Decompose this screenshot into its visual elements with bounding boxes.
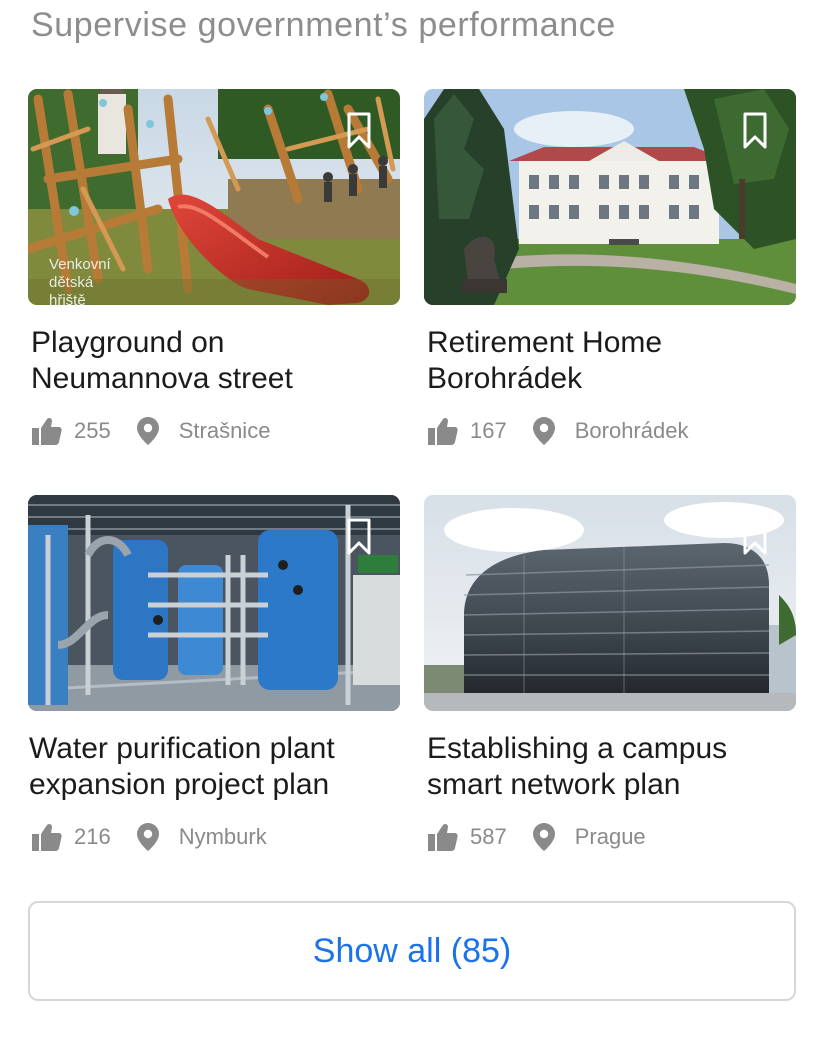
project-photo[interactable] [28, 495, 400, 711]
map-pin-icon [532, 823, 555, 851]
bookmark-icon[interactable] [346, 517, 372, 557]
map-pin-icon [136, 823, 159, 851]
location-label[interactable]: Strašnice [179, 418, 271, 444]
water-plant-photo [28, 495, 400, 711]
like-count: 255 [74, 418, 111, 443]
project-photo[interactable] [424, 495, 796, 711]
show-all-button[interactable]: Show all (85) [28, 901, 796, 1001]
retirement-home-photo [424, 89, 796, 305]
thumbs-up-icon[interactable] [428, 417, 458, 445]
project-photo[interactable]: Venkovní dětská hřiště [28, 89, 400, 305]
map-pin-icon [532, 417, 555, 445]
photo-caption: Venkovní dětská hřiště [49, 256, 111, 305]
bookmark-icon[interactable] [346, 111, 372, 151]
project-title[interactable]: Water purification plant expansion proje… [29, 731, 401, 803]
project-card[interactable]: Retirement Home Borohrádek 167 Borohráde… [424, 89, 796, 445]
project-title[interactable]: Retirement Home Borohrádek [427, 325, 799, 397]
project-photo[interactable] [424, 89, 796, 305]
project-card[interactable]: Establishing a campus smart network plan… [424, 495, 796, 851]
project-title[interactable]: Establishing a campus smart network plan [427, 731, 799, 803]
bookmark-icon[interactable] [742, 111, 768, 151]
campus-building-photo [424, 495, 796, 711]
project-meta: 216 Nymburk [32, 822, 404, 852]
section-title: Supervise government’s performance [31, 6, 616, 44]
location-label[interactable]: Nymburk [179, 824, 267, 850]
like-count: 167 [470, 418, 507, 443]
project-meta: 167 Borohrádek [428, 416, 800, 446]
like-count: 216 [74, 824, 111, 849]
thumbs-up-icon[interactable] [428, 823, 458, 851]
thumbs-up-icon[interactable] [32, 823, 62, 851]
project-card[interactable]: Water purification plant expansion proje… [28, 495, 400, 851]
project-meta: 255 Strašnice [32, 416, 404, 446]
like-count: 587 [470, 824, 507, 849]
project-title[interactable]: Playground on Neumannova street [31, 325, 403, 397]
project-meta: 587 Prague [428, 822, 800, 852]
location-label[interactable]: Borohrádek [575, 418, 689, 444]
thumbs-up-icon[interactable] [32, 417, 62, 445]
project-card[interactable]: Venkovní dětská hřiště Playground on Neu… [28, 89, 400, 445]
location-label[interactable]: Prague [575, 824, 646, 850]
map-pin-icon [136, 417, 159, 445]
bookmark-icon[interactable] [742, 517, 768, 557]
